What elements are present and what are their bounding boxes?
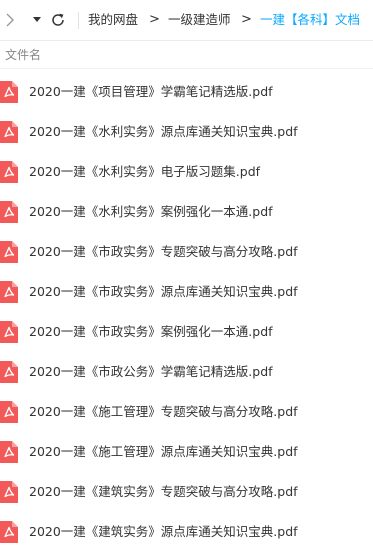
file-name[interactable]: 2020一建《水利实务》案例强化一本通.pdf [29,203,273,221]
file-row[interactable]: 2020一建《项目管理》学霸笔记精选版.pdf [0,72,373,112]
toolbar: 我的网盘 > 一级建造师 > 一建【各科】文档 [0,0,373,40]
file-name[interactable]: 2020一建《建筑实务》源点库通关知识宝典.pdf [29,523,298,541]
file-row[interactable]: 2020一建《市政公务》学霸笔记精选版.pdf [0,352,373,392]
pdf-file-icon [0,281,18,303]
refresh-button[interactable] [48,11,68,29]
pdf-file-icon [0,201,18,223]
file-row[interactable]: 2020一建《建筑实务》专题突破与高分攻略.pdf [0,472,373,512]
history-dropdown-button[interactable] [30,12,44,28]
file-name[interactable]: 2020一建《市政实务》案例强化一本通.pdf [29,323,273,341]
file-name[interactable]: 2020一建《市政公务》学霸笔记精选版.pdf [29,363,273,381]
file-name[interactable]: 2020一建《施工管理》源点库通关知识宝典.pdf [29,443,298,461]
pdf-file-icon [0,121,18,143]
breadcrumb-level-one-constructor[interactable]: 一级建造师 [168,11,231,29]
caret-down-icon [33,17,41,22]
file-name[interactable]: 2020一建《项目管理》学霸笔记精选版.pdf [29,83,273,101]
pdf-file-icon [0,321,18,343]
breadcrumb-my-netdisk[interactable]: 我的网盘 [88,11,138,29]
file-list: 2020一建《项目管理》学霸笔记精选版.pdf 2020一建《水利实务》源点库通关… [0,72,373,552]
column-header-filename[interactable]: 文件名 [5,47,41,63]
pdf-file-icon [0,361,18,383]
file-name[interactable]: 2020一建《水利实务》电子版习题集.pdf [29,163,260,181]
pdf-file-icon [0,241,18,263]
forward-button[interactable] [0,10,20,30]
file-row[interactable]: 2020一建《施工管理》源点库通关知识宝典.pdf [0,432,373,472]
file-name[interactable]: 2020一建《水利实务》源点库通关知识宝典.pdf [29,123,298,141]
column-header-border [0,68,373,69]
breadcrumb-separator: > [149,12,160,27]
toolbar-divider [78,12,79,29]
file-row[interactable]: 2020一建《水利实务》源点库通关知识宝典.pdf [0,112,373,152]
file-name[interactable]: 2020一建《建筑实务》专题突破与高分攻略.pdf [29,483,298,501]
toolbar-bottom-border [0,40,373,41]
chevron-right-icon [6,13,14,27]
pdf-file-icon [0,81,18,103]
pdf-file-icon [0,161,18,183]
file-row[interactable]: 2020一建《市政实务》专题突破与高分攻略.pdf [0,232,373,272]
file-row[interactable]: 2020一建《市政实务》源点库通关知识宝典.pdf [0,272,373,312]
pdf-file-icon [0,441,18,463]
pdf-file-icon [0,521,18,543]
pdf-file-icon [0,401,18,423]
file-row[interactable]: 2020一建《市政实务》案例强化一本通.pdf [0,312,373,352]
breadcrumb-current-folder: 一建【各科】文档 [260,12,361,27]
breadcrumb-separator: > [241,12,252,27]
file-row[interactable]: 2020一建《施工管理》专题突破与高分攻略.pdf [0,392,373,432]
refresh-icon [52,13,64,26]
file-name[interactable]: 2020一建《市政实务》专题突破与高分攻略.pdf [29,243,298,261]
file-row[interactable]: 2020一建《建筑实务》源点库通关知识宝典.pdf [0,512,373,552]
file-row[interactable]: 2020一建《水利实务》电子版习题集.pdf [0,152,373,192]
file-name[interactable]: 2020一建《市政实务》源点库通关知识宝典.pdf [29,283,298,301]
pdf-file-icon [0,481,18,503]
file-row[interactable]: 2020一建《水利实务》案例强化一本通.pdf [0,192,373,232]
file-name[interactable]: 2020一建《施工管理》专题突破与高分攻略.pdf [29,403,298,421]
